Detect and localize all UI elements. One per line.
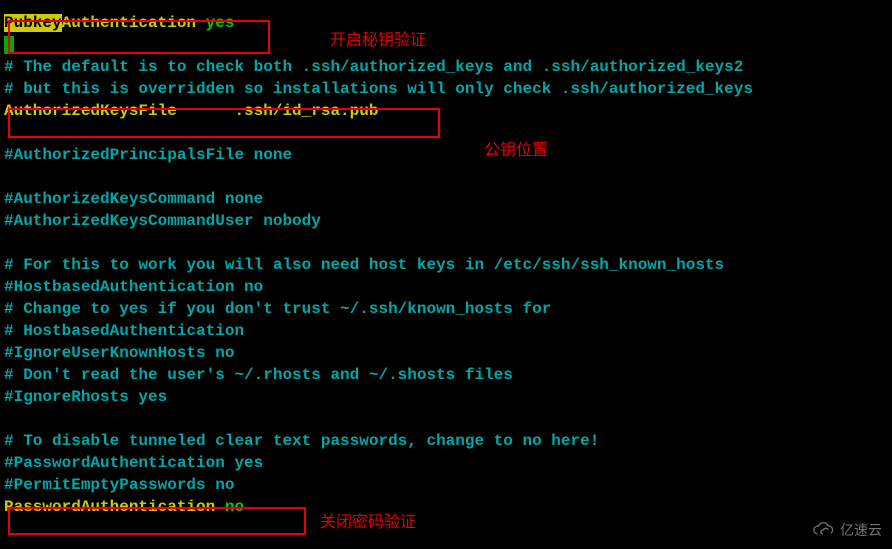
comment-line[interactable]: #IgnoreUserKnownHosts no	[4, 342, 888, 364]
akf-key: AuthorizedKeysFile	[4, 102, 177, 120]
comment-line[interactable]: #PasswordAuthentication yes	[4, 452, 888, 474]
pa-key: PasswordAuthentication	[4, 498, 225, 516]
watermark-text: 亿速云	[840, 519, 882, 541]
comment-line[interactable]: # Don't read the user's ~/.rhosts and ~/…	[4, 364, 888, 386]
blank-line[interactable]	[4, 232, 888, 254]
pubkey-val: yes	[206, 14, 235, 32]
comment-line[interactable]: #IgnoreRhosts yes	[4, 386, 888, 408]
cursor-icon	[4, 36, 14, 54]
cursor-line[interactable]	[4, 34, 888, 56]
blank-line[interactable]	[4, 408, 888, 430]
comment-line[interactable]: #AuthorizedKeysCommand none	[4, 188, 888, 210]
gap	[177, 102, 235, 120]
comment-line[interactable]: #AuthorizedPrincipalsFile none	[4, 144, 888, 166]
pa-val: no	[225, 498, 244, 516]
blank-line[interactable]	[4, 122, 888, 144]
comment-line[interactable]: # For this to work you will also need ho…	[4, 254, 888, 276]
watermark: 亿速云	[810, 519, 882, 541]
comment-line[interactable]: # HostbasedAuthentication	[4, 320, 888, 342]
comment-line[interactable]: #PermitEmptyPasswords no	[4, 474, 888, 496]
config-line-pubkey[interactable]: PubkeyAuthentication yes	[4, 12, 888, 34]
cloud-icon	[810, 521, 836, 539]
pubkey-auth: Authentication	[62, 14, 206, 32]
comment-line[interactable]: # The default is to check both .ssh/auth…	[4, 56, 888, 78]
pubkey-key: Pubkey	[4, 14, 62, 32]
comment-line[interactable]: # To disable tunneled clear text passwor…	[4, 430, 888, 452]
comment-line[interactable]: #HostbasedAuthentication no	[4, 276, 888, 298]
comment-line[interactable]: # Change to yes if you don't trust ~/.ss…	[4, 298, 888, 320]
config-line-authorizedkeysfile[interactable]: AuthorizedKeysFile .ssh/id_rsa.pub	[4, 100, 888, 122]
comment-line[interactable]: #AuthorizedKeysCommandUser nobody	[4, 210, 888, 232]
comment-line[interactable]: # but this is overridden so installation…	[4, 78, 888, 100]
akf-val: .ssh/id_rsa.pub	[234, 102, 378, 120]
blank-line[interactable]	[4, 166, 888, 188]
config-line-passwordauth[interactable]: PasswordAuthentication no	[4, 496, 888, 518]
